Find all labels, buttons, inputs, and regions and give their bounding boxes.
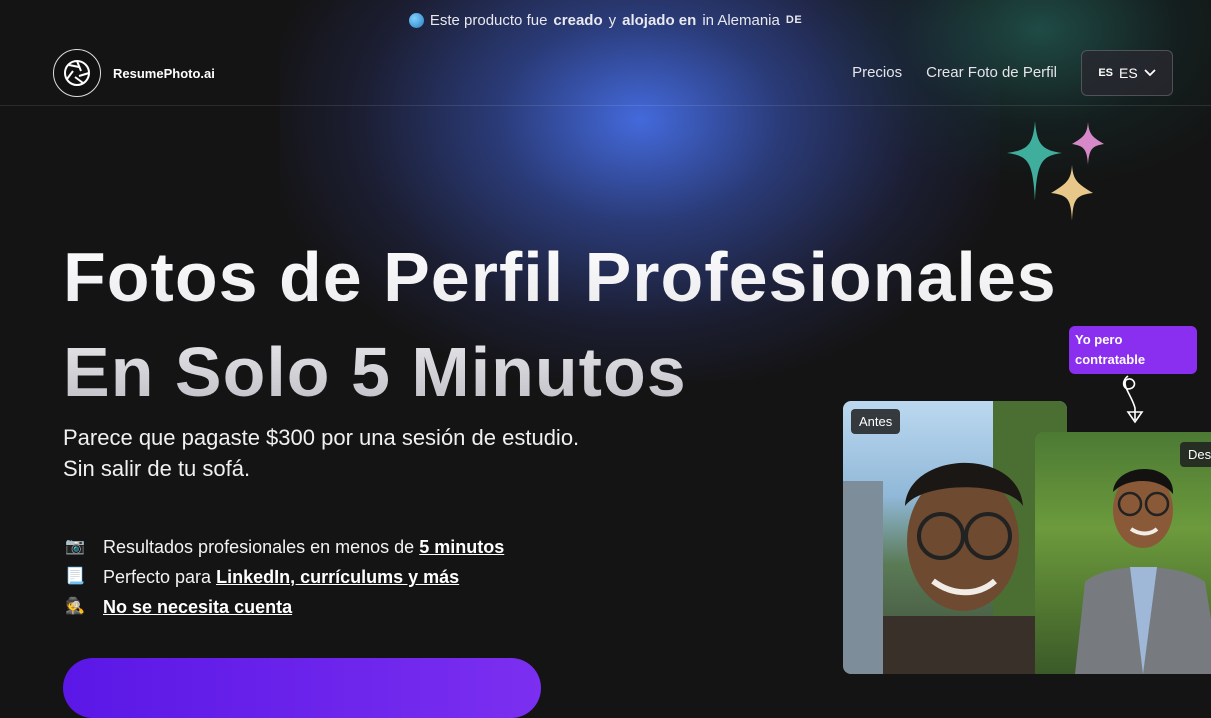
nav-links: Precios Crear Foto de Perfil <box>852 64 1057 81</box>
incognito-icon: 🕵 <box>65 598 85 615</box>
feature-item: 📃 Perfecto para LinkedIn, currículums y … <box>63 562 504 592</box>
feature-link-linkedin[interactable]: LinkedIn, currículums y más <box>216 567 459 587</box>
banner-location: in Alemania <box>702 11 780 29</box>
hero-title: Fotos de Perfil Profesionales En Solo 5 … <box>63 230 1057 420</box>
banner-created: creado <box>553 11 603 29</box>
banner-hosted: alojado en <box>622 11 697 29</box>
hero-title-line2: En Solo 5 Minutos <box>63 333 687 411</box>
after-photo: Des <box>1035 432 1211 674</box>
sparkles-icon <box>1007 121 1104 221</box>
banner-prefix: Este producto fue <box>429 11 548 29</box>
feature-link-no-account[interactable]: No se necesita cuenta <box>103 597 292 617</box>
feature-text: Perfecto para <box>103 567 212 587</box>
camera-icon: 📷 <box>65 538 85 555</box>
aperture-logo-icon <box>53 49 101 97</box>
language-code: ES <box>1119 65 1138 81</box>
curly-arrow-icon <box>1122 375 1144 424</box>
document-icon: 📃 <box>65 568 85 585</box>
hero-title-line1: Fotos de Perfil Profesionales <box>63 238 1057 316</box>
brand-name: ResumePhoto.ai <box>113 65 215 81</box>
country-code: DE <box>785 14 803 26</box>
before-label: Antes <box>851 409 901 434</box>
before-photo: Antes <box>843 401 1067 674</box>
feature-text: Resultados profesionales en menos de <box>103 537 415 557</box>
feature-item: 🕵 No se necesita cuenta <box>63 592 504 622</box>
chevron-down-icon <box>1144 69 1156 77</box>
after-label: Des <box>1180 442 1211 467</box>
before-photo-illustration <box>843 401 1067 674</box>
hero-subtitle-line1: Parece que pagaste $300 por una sesión d… <box>63 425 580 450</box>
made-in-banner: Este producto fue creado y alojado en in… <box>0 0 1211 40</box>
language-flag-code: ES <box>1098 67 1113 79</box>
hero-subtitle: Parece que pagaste $300 por una sesión d… <box>63 422 579 484</box>
feature-item: 📷 Resultados profesionales en menos de 5… <box>63 532 504 562</box>
language-selector[interactable]: ES ES <box>1081 50 1173 96</box>
after-photo-illustration <box>1075 469 1211 674</box>
brand-logo-link[interactable]: ResumePhoto.ai <box>53 49 215 97</box>
hero-subtitle-line2: Sin salir de tu sofá. <box>63 456 251 481</box>
top-navbar: ResumePhoto.ai Precios Crear Foto de Per… <box>0 40 1211 106</box>
feature-link-5-minutes[interactable]: 5 minutos <box>419 537 504 557</box>
banner-and: y <box>608 11 617 29</box>
callout-badge: Yo pero contratable <box>1069 326 1197 374</box>
feature-list: 📷 Resultados profesionales en menos de 5… <box>63 532 504 622</box>
cta-button[interactable] <box>63 658 541 718</box>
globe-icon <box>408 12 424 28</box>
nav-link-create-photo[interactable]: Crear Foto de Perfil <box>926 64 1057 81</box>
nav-link-pricing[interactable]: Precios <box>852 64 902 81</box>
